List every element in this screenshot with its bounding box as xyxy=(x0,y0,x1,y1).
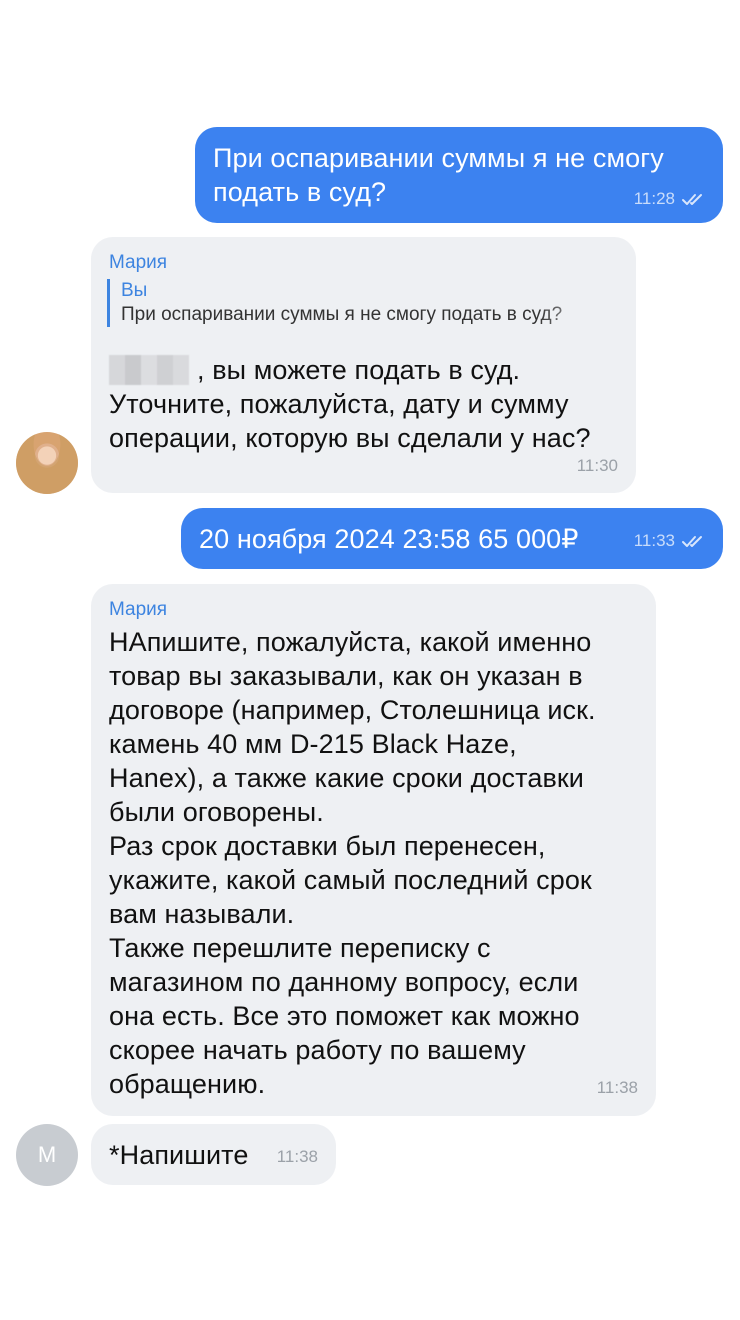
message-time: 11:28 xyxy=(633,189,675,208)
incoming-message[interactable]: *Напишите 11:38 xyxy=(91,1124,336,1185)
reply-author: Вы xyxy=(121,280,148,301)
message-time: 11:38 xyxy=(276,1147,318,1166)
double-check-icon xyxy=(682,536,702,547)
reply-preview: При оспаривании суммы я не смогу подать … xyxy=(121,304,563,325)
incoming-message[interactable]: Мария НАпишите, пожалуйста, какой именно… xyxy=(91,584,656,1116)
outgoing-message[interactable]: 20 ноября 2024 23:58 65 000₽ 11:33 xyxy=(181,508,723,569)
sender-name: Мария xyxy=(109,252,168,273)
incoming-message[interactable]: Мария Вы При оспаривании суммы я не смог… xyxy=(91,237,636,493)
avatar[interactable]: М xyxy=(16,1124,78,1186)
reply-quote[interactable]: Вы При оспаривании суммы я не смогу пода… xyxy=(107,279,611,327)
message-meta: 11:33 xyxy=(634,531,709,551)
message-text: *Напишите xyxy=(109,1140,249,1170)
outgoing-message[interactable]: При оспаривании суммы я не смогу подать … xyxy=(195,127,723,223)
message-time: 11:38 xyxy=(596,1078,638,1097)
redacted-name xyxy=(109,355,189,385)
message-time: 11:30 xyxy=(576,456,618,475)
avatar[interactable] xyxy=(16,432,78,494)
sender-name: Мария xyxy=(109,599,168,620)
message-meta: 11:28 xyxy=(634,189,709,209)
double-check-icon xyxy=(682,194,702,205)
message-time: 11:33 xyxy=(633,531,675,550)
message-text: 20 ноября 2024 23:58 65 000₽ xyxy=(199,524,579,554)
message-text: НАпишите, пожалуйста, какой именно товар… xyxy=(109,627,596,1099)
